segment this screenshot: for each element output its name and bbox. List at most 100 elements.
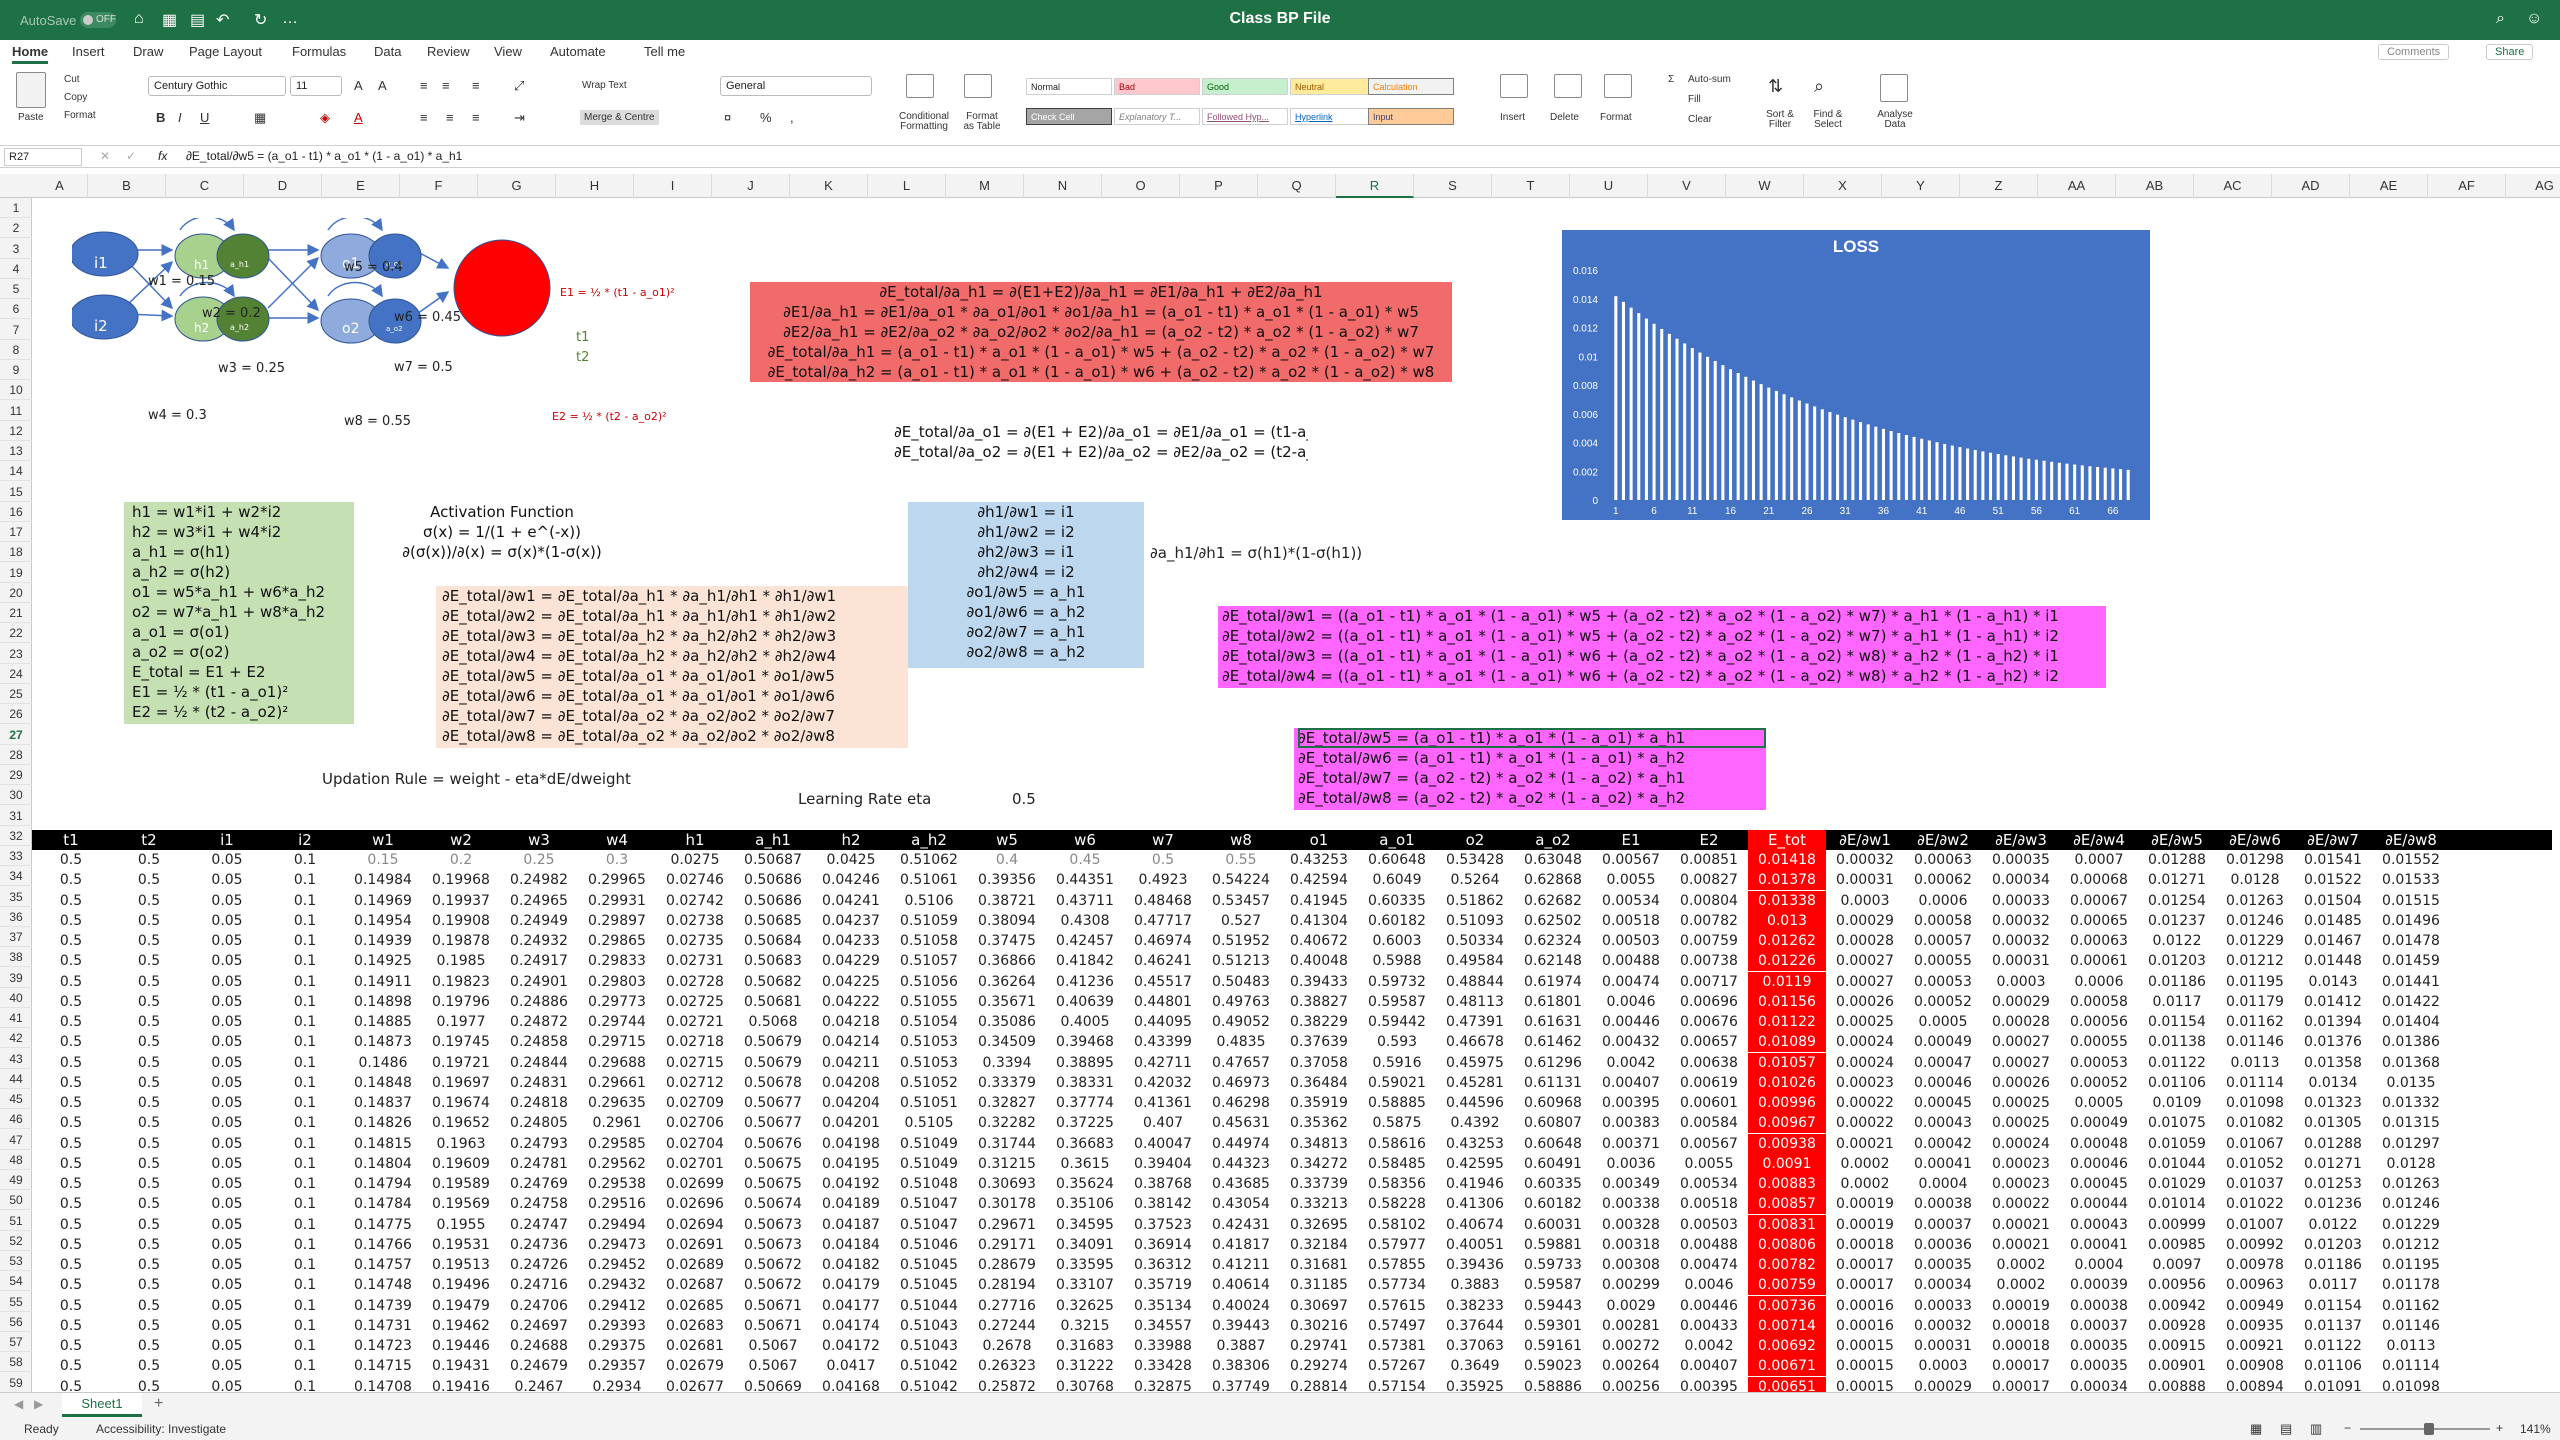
table-cell[interactable]: 0.02683 [656,1316,734,1336]
table-cell[interactable]: 0.29635 [578,1093,656,1113]
table-cell[interactable]: 0.00043 [1904,1113,1982,1133]
format-cells-icon[interactable] [1604,74,1632,98]
table-cell[interactable]: 0.41817 [1202,1235,1280,1255]
table-cell[interactable]: 0.02687 [656,1275,734,1295]
row-header[interactable]: 43 [0,1049,32,1069]
table-cell[interactable]: 0.00928 [2138,1316,2216,1336]
row-header[interactable]: 31 [0,806,32,826]
table-cell[interactable]: 0.0004 [1904,1174,1982,1194]
table-cell[interactable]: 0.25872 [968,1377,1046,1393]
table-cell[interactable]: 0.30693 [968,1174,1046,1194]
table-header-cell[interactable]: t1 [32,830,110,850]
table-cell[interactable]: 0.51061 [890,870,968,890]
bold-icon[interactable]: B [156,110,165,125]
table-cell[interactable]: 0.00063 [1904,850,1982,870]
table-cell[interactable]: 0.36683 [1046,1134,1124,1154]
table-cell[interactable]: 0.02706 [656,1113,734,1133]
table-cell[interactable]: 0.31681 [1280,1255,1358,1275]
row-header[interactable]: 30 [0,785,32,806]
table-cell[interactable]: 0.14748 [344,1275,422,1295]
table-cell[interactable]: 0.00025 [1826,1012,1904,1032]
table-cell[interactable]: 0.28814 [1280,1377,1358,1393]
table-cell[interactable]: 0.50672 [734,1275,812,1295]
table-cell[interactable]: 0.5 [32,1134,110,1154]
table-cell[interactable]: 0.05 [188,1215,266,1235]
table-cell[interactable]: 0.0128 [2372,1154,2450,1174]
table-cell[interactable]: 0.05 [188,1194,266,1214]
table-cell[interactable]: 0.29412 [578,1296,656,1316]
column-header[interactable]: E [322,174,400,198]
table-cell[interactable]: 0.44095 [1124,1012,1202,1032]
table-cell[interactable]: 0.00894 [2216,1377,2294,1393]
table-cell[interactable]: 0.01386 [2372,1032,2450,1052]
table-header-cell[interactable]: E2 [1670,830,1748,850]
table-cell[interactable]: 0.38306 [1202,1356,1280,1376]
table-cell[interactable]: 0.24758 [500,1194,578,1214]
analyse-data-icon[interactable] [1880,74,1908,102]
table-cell[interactable]: 0.40047 [1124,1134,1202,1154]
normal-view-icon[interactable]: ▦ [2250,1421,2262,1437]
table-cell[interactable]: 0.02712 [656,1073,734,1093]
table-cell[interactable]: 0.32184 [1280,1235,1358,1255]
table-cell[interactable]: 0.19513 [422,1255,500,1275]
table-cell[interactable]: 0.00901 [2138,1356,2216,1376]
table-cell[interactable]: 0.24886 [500,992,578,1012]
table-cell[interactable]: 0.00022 [1982,1194,2060,1214]
table-cell[interactable]: 0.00029 [1826,911,1904,931]
table-cell[interactable]: 0.34813 [1280,1134,1358,1154]
table-cell[interactable]: 0.00031 [1826,870,1904,890]
table-cell[interactable]: 0.46241 [1124,951,1202,971]
table-cell[interactable]: 0.0002 [1826,1174,1904,1194]
autosum-button[interactable]: Auto-sum [1688,74,1731,85]
percent-icon[interactable]: % [760,110,772,125]
column-header[interactable]: M [946,174,1024,198]
table-cell[interactable]: 0.00956 [2138,1275,2216,1295]
table-cell[interactable]: 0.58102 [1358,1215,1436,1235]
table-cell[interactable]: 0.00759 [1748,1275,1826,1296]
table-cell[interactable]: 0.37523 [1124,1215,1202,1235]
table-cell[interactable]: 0.02679 [656,1356,734,1376]
table-cell[interactable]: 0.5 [32,1174,110,1194]
table-cell[interactable]: 0.44596 [1436,1093,1514,1113]
table-cell[interactable]: 0.0007 [2060,850,2138,870]
table-cell[interactable]: 0.01298 [2216,850,2294,870]
table-cell[interactable]: 0.2 [422,850,500,870]
table-cell[interactable]: 0.02699 [656,1174,734,1194]
column-header[interactable]: L [868,174,946,198]
table-cell[interactable]: 0.00049 [1904,1032,1982,1052]
table-cell[interactable]: 0.00967 [1748,1113,1826,1134]
table-cell[interactable]: 0.38094 [968,911,1046,931]
table-cell[interactable]: 0.14826 [344,1113,422,1133]
table-cell[interactable]: 0.00021 [1982,1235,2060,1255]
table-cell[interactable]: 0.01114 [2216,1073,2294,1093]
row-header[interactable]: 9 [0,360,32,380]
table-cell[interactable]: 0.36312 [1124,1255,1202,1275]
table-cell[interactable]: 0.28194 [968,1275,1046,1295]
row-header[interactable]: 59 [0,1373,32,1393]
table-cell[interactable]: 0.00407 [1670,1356,1748,1376]
table-cell[interactable]: 0.01203 [2294,1235,2372,1255]
table-cell[interactable]: 0.00908 [2216,1356,2294,1376]
table-cell[interactable]: 0.01441 [2372,972,2450,992]
table-cell[interactable]: 0.0055 [1670,1154,1748,1174]
table-cell[interactable]: 0.00033 [1982,891,2060,911]
table-cell[interactable]: 0.51042 [890,1356,968,1376]
table-cell[interactable]: 0.0117 [2138,992,2216,1012]
table-cell[interactable]: 0.00024 [1826,1053,1904,1073]
table-cell[interactable]: 0.19531 [422,1235,500,1255]
table-cell[interactable]: 0.47391 [1436,1012,1514,1032]
table-cell[interactable]: 0.01253 [2294,1174,2372,1194]
table-cell[interactable]: 0.44974 [1202,1134,1280,1154]
table-cell[interactable]: 0.33739 [1280,1174,1358,1194]
table-cell[interactable]: 0.00567 [1592,850,1670,870]
table-cell[interactable]: 0.46973 [1202,1073,1280,1093]
delete-button[interactable]: Delete [1550,112,1579,123]
table-cell[interactable]: 0.40048 [1280,951,1358,971]
table-cell[interactable]: 0.60031 [1514,1215,1592,1235]
table-cell[interactable]: 0.24949 [500,911,578,931]
table-cell[interactable]: 0.37639 [1280,1032,1358,1052]
table-cell[interactable]: 0.01106 [2294,1356,2372,1376]
table-cell[interactable]: 0.04195 [812,1154,890,1174]
search-icon[interactable]: ⌕ [2496,10,2505,28]
table-cell[interactable]: 0.0143 [2294,972,2372,992]
